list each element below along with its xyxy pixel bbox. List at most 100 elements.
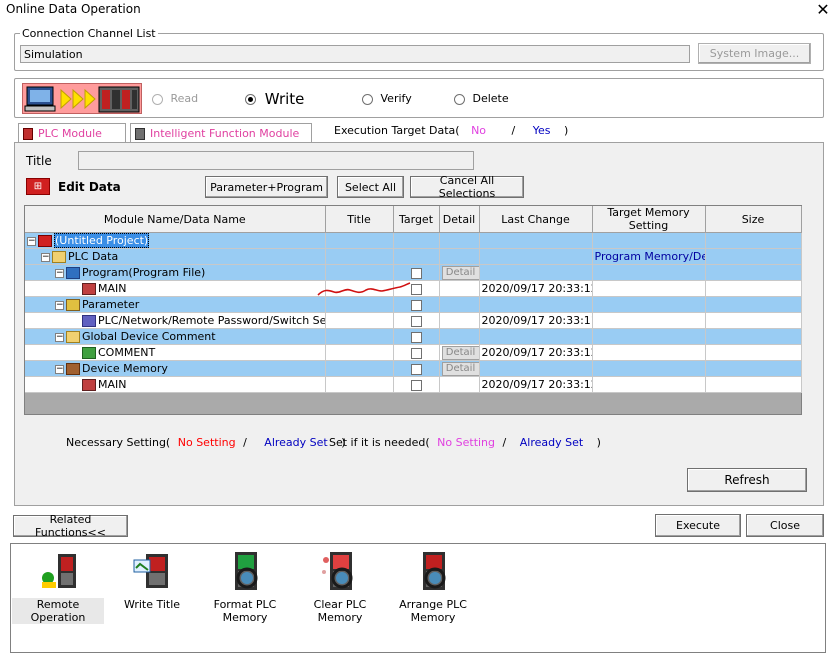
detail-button[interactable]: Detail <box>441 346 478 360</box>
cell-target-memory[interactable]: Program Memory/De... <box>592 248 706 265</box>
cell-size <box>705 376 802 393</box>
cell-target <box>393 232 440 249</box>
cell-title <box>325 360 394 377</box>
related-functions-button[interactable]: Related Functions<< <box>13 513 128 539</box>
cell-detail <box>439 280 480 297</box>
cell-last-change <box>479 232 593 249</box>
table-row[interactable]: MAIN 2020/09/17 20:33:12 <box>25 376 802 393</box>
target-checkbox[interactable] <box>410 267 422 279</box>
row-name: (Untitled Project) <box>54 233 150 248</box>
cancel-all-selections-button[interactable]: Cancel All Selections <box>410 174 524 200</box>
cell-target <box>393 344 440 361</box>
col-module-name[interactable]: Module Name/Data Name <box>25 206 326 233</box>
necessary-slash: / <box>243 436 247 449</box>
radio-write[interactable]: Write <box>245 90 304 108</box>
table-row[interactable]: COMMENT Detail 2020/09/17 20:33:12 <box>25 344 802 361</box>
table-row[interactable]: − Global Device Comment <box>25 328 802 345</box>
tree-expander[interactable]: − <box>55 364 64 374</box>
row-name: PLC/Network/Remote Password/Switch Setti… <box>98 314 325 327</box>
exec-target-slash: / <box>511 124 516 137</box>
tool-clear-plc-memory[interactable]: Clear PLC Memory <box>294 550 386 624</box>
target-checkbox[interactable] <box>410 331 422 343</box>
target-checkbox[interactable] <box>410 363 422 375</box>
cell-target-memory <box>592 376 706 393</box>
tool-remote-operation[interactable]: Remote Operation <box>12 550 104 624</box>
execute-button[interactable]: Execute <box>655 514 741 537</box>
target-checkbox[interactable] <box>410 347 422 359</box>
col-last-change[interactable]: Last Change <box>479 206 593 233</box>
cell-size <box>705 360 802 377</box>
cell-target <box>393 328 440 345</box>
cell-module-name: − Parameter <box>25 296 326 313</box>
table-row[interactable]: − Parameter <box>25 296 802 313</box>
target-checkbox[interactable] <box>410 379 422 391</box>
remote-operation-icon <box>42 554 76 588</box>
close-icon[interactable]: ✕ <box>812 0 834 20</box>
table-row[interactable]: MAIN 2020/09/17 20:33:12 <box>25 280 802 297</box>
detail-button[interactable]: Detail <box>441 266 478 280</box>
system-image-button[interactable]: System Image... <box>698 43 811 64</box>
table-row[interactable]: − PLC Data Program Memory/De... <box>25 248 802 265</box>
table-row[interactable]: PLC/Network/Remote Password/Switch Setti… <box>25 312 802 329</box>
target-checkbox[interactable] <box>410 315 422 327</box>
target-checkbox[interactable] <box>410 283 422 295</box>
detail-button[interactable]: Detail <box>441 362 478 376</box>
row-name: MAIN <box>98 378 127 391</box>
cell-target-memory <box>592 328 706 345</box>
tree-expander[interactable]: − <box>55 300 64 310</box>
col-target-memory[interactable]: Target Memory Setting <box>592 206 706 233</box>
refresh-button[interactable]: Refresh <box>687 468 807 492</box>
table-row[interactable]: − Program(Program File) Detail <box>25 264 802 281</box>
target-checkbox[interactable] <box>410 299 422 311</box>
tree-expander[interactable]: − <box>55 332 64 342</box>
tool-arrange-plc-memory[interactable]: Arrange PLC Memory <box>396 550 470 624</box>
radio-read-circle <box>152 93 163 105</box>
cell-last-change <box>479 264 593 281</box>
cell-detail <box>439 232 480 249</box>
tab-intelligent-function-module[interactable]: Intelligent Function Module <box>130 123 312 143</box>
tree-expander[interactable]: − <box>27 236 36 246</box>
cell-target <box>393 376 440 393</box>
exec-target-suffix: ) <box>564 124 569 137</box>
row-name: PLC Data <box>68 250 119 263</box>
tree-expander[interactable]: − <box>41 252 50 262</box>
title-input[interactable] <box>78 151 474 170</box>
radio-read-label: Read <box>170 92 199 105</box>
tool-write-title[interactable]: Write Title <box>118 550 186 611</box>
col-target[interactable]: Target <box>393 206 440 233</box>
col-detail[interactable]: Detail <box>439 206 480 233</box>
select-all-button[interactable]: Select All <box>337 176 404 198</box>
radio-delete[interactable]: Delete <box>454 92 509 105</box>
table-row[interactable]: − (Untitled Project) <box>25 232 802 249</box>
connection-channel-field[interactable]: Simulation <box>20 45 690 63</box>
radio-write-circle <box>245 94 256 105</box>
connection-group-label: Connection Channel List <box>20 27 158 40</box>
cell-module-name: − Device Memory <box>25 360 326 377</box>
radio-verify-circle <box>362 93 373 105</box>
table-row[interactable]: − Device Memory Detail <box>25 360 802 377</box>
folder-icon <box>52 251 66 263</box>
tool-clear-plc-memory-label: Clear PLC Memory <box>313 598 367 624</box>
cell-detail <box>439 376 480 393</box>
cell-title <box>325 312 394 329</box>
tool-format-plc-memory-label: Format PLC Memory <box>213 598 277 624</box>
radio-verify[interactable]: Verify <box>362 92 412 105</box>
if-needed-close: ) <box>596 436 601 449</box>
col-title[interactable]: Title <box>325 206 394 233</box>
cell-detail: Detail <box>439 264 480 281</box>
cell-target <box>393 312 440 329</box>
cell-target-memory <box>592 360 706 377</box>
arrange-memory-icon <box>423 552 446 590</box>
tool-remote-operation-label: Remote Operation <box>12 598 104 624</box>
radio-read[interactable]: Read <box>152 92 198 105</box>
tool-format-plc-memory[interactable]: Format PLC Memory <box>206 550 284 624</box>
cell-detail <box>439 248 480 265</box>
close-button[interactable]: Close <box>746 514 824 537</box>
tab-plc-module[interactable]: PLC Module <box>18 123 126 143</box>
comment-icon <box>82 347 96 359</box>
row-name: Device Memory <box>82 362 168 375</box>
row-name: COMMENT <box>98 346 156 359</box>
parameter-program-button[interactable]: Parameter+Program <box>205 176 328 198</box>
tree-expander[interactable]: − <box>55 268 64 278</box>
col-size[interactable]: Size <box>705 206 802 233</box>
